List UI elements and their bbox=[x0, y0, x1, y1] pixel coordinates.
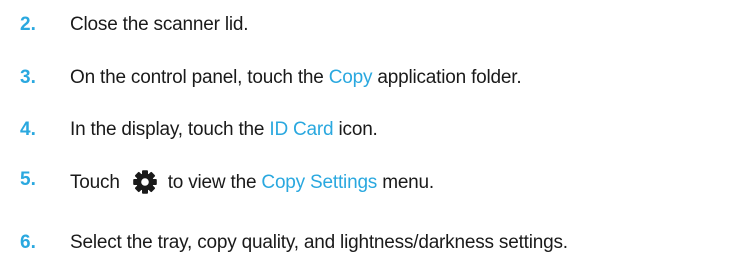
gear-icon bbox=[132, 169, 158, 195]
step-text-segment: menu. bbox=[377, 171, 434, 193]
copy-settings-link: Copy Settings bbox=[261, 171, 378, 193]
step-3: 3. On the control panel, touch the Copy … bbox=[0, 62, 738, 102]
step-number: 3. bbox=[20, 67, 36, 88]
step-6: 6. Select the tray, copy quality, and li… bbox=[0, 224, 738, 264]
step-number: 2. bbox=[20, 14, 36, 35]
step-4: 4. In the display, touch the ID Card ico… bbox=[0, 114, 738, 154]
step-5: 5. Touch to view the Copy Settings menu. bbox=[0, 167, 738, 207]
step-number: 6. bbox=[20, 232, 36, 253]
step-text-segment: application folder. bbox=[372, 67, 522, 88]
step-text-segment: Close the scanner lid. bbox=[70, 14, 249, 35]
step-text-segment: On the control panel, touch the bbox=[70, 67, 329, 88]
step-text-segment: icon. bbox=[333, 119, 378, 140]
step-number: 4. bbox=[20, 119, 36, 140]
step-number: 5. bbox=[20, 169, 36, 190]
step-text-segment: to view the bbox=[167, 171, 262, 193]
step-text-segment: Select the tray, copy quality, and light… bbox=[70, 232, 568, 253]
step-text-segment: In the display, touch the bbox=[70, 119, 270, 140]
step-text-segment: Touch bbox=[70, 171, 120, 193]
step-2: 2. Close the scanner lid. bbox=[0, 9, 738, 49]
id-card-link: ID Card bbox=[269, 119, 334, 140]
step-text: Touch to view the Copy Settings menu. bbox=[70, 168, 434, 196]
step-text: Close the scanner lid. bbox=[70, 14, 249, 35]
step-text: In the display, touch the ID Card icon. bbox=[70, 120, 378, 139]
copy-app-link: Copy bbox=[328, 67, 373, 88]
step-text: On the control panel, touch the Copy app… bbox=[70, 67, 522, 88]
step-text: Select the tray, copy quality, and light… bbox=[70, 233, 568, 252]
instruction-steps: 2. Close the scanner lid. 3. On the cont… bbox=[0, 0, 738, 274]
